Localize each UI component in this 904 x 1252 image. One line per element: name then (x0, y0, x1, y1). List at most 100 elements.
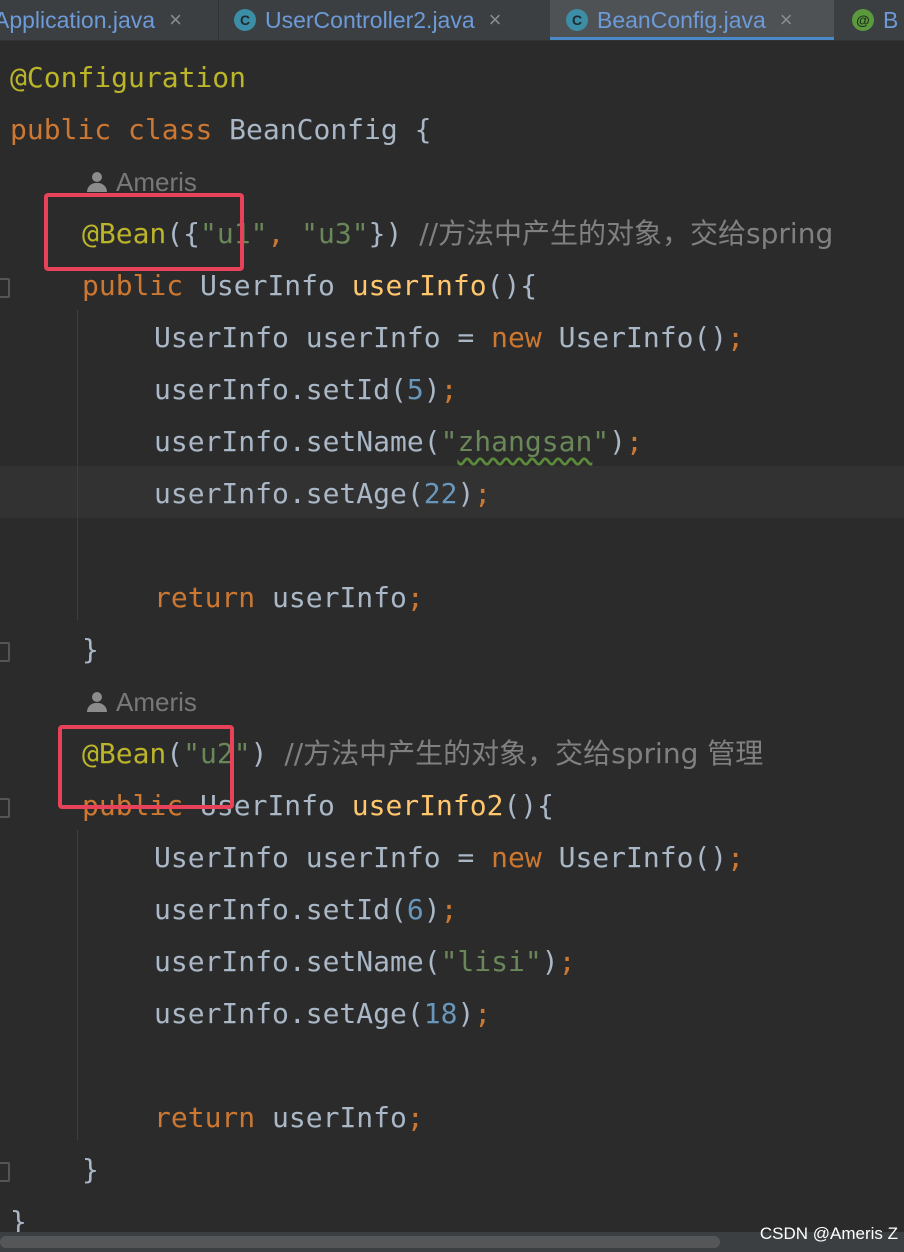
fold-marker-icon[interactable] (0, 278, 10, 298)
close-icon[interactable]: × (489, 7, 502, 33)
number-token: 22 (423, 477, 458, 510)
author-name: Ameris (116, 687, 197, 717)
code-line: userInfo.setName("lisi"); (154, 936, 575, 988)
string-token: zhangsan (457, 425, 593, 458)
code-token: ) (541, 945, 559, 978)
punct-token: , (267, 217, 302, 250)
code-token: userInfo.setName( (154, 425, 441, 458)
code-token: ) (423, 373, 441, 406)
class-name-token: BeanConfig (229, 113, 398, 146)
editor-tab-bar: Application.java × C UserController2.jav… (0, 0, 904, 41)
semicolon-token: ; (440, 893, 458, 926)
keyword-token: new (491, 321, 542, 354)
code-line: } (82, 624, 99, 676)
tab-application-java[interactable]: Application.java × (0, 0, 182, 40)
code-token: UserInfo() (541, 841, 728, 874)
brace-token: { (414, 113, 432, 146)
keyword-token: class (128, 113, 213, 146)
punct-token: (){ (503, 789, 555, 822)
semicolon-token: ; (406, 581, 424, 614)
code-token: userInfo.setName( (154, 945, 441, 978)
tab-beanconfig-java[interactable]: C BeanConfig.java × (550, 0, 834, 40)
keyword-token: public (82, 269, 184, 302)
tab-label: B (883, 6, 899, 33)
brace-token: } (82, 633, 99, 666)
code-line: userInfo.setId(6); (154, 884, 457, 936)
semicolon-token: ; (626, 425, 643, 458)
code-token: ) (457, 477, 475, 510)
code-token: ) (609, 425, 627, 458)
person-icon (86, 692, 108, 712)
string-token: " (592, 425, 610, 458)
tab-label: UserController2.java (265, 6, 475, 33)
semicolon-token: ; (474, 997, 492, 1030)
type-token: UserInfo (200, 269, 335, 302)
code-token: userInfo.setAge( (154, 477, 424, 510)
tab-separator (218, 0, 219, 40)
highlight-box-u2 (58, 725, 234, 809)
brace-token: } (82, 1153, 99, 1186)
punct-token: }) (368, 217, 420, 250)
author-hint[interactable]: Ameris (86, 676, 197, 728)
semicolon-token: ; (727, 841, 745, 874)
semicolon-token: ; (406, 1101, 424, 1134)
close-icon[interactable]: × (169, 7, 182, 33)
number-token: 5 (406, 373, 424, 406)
keyword-token: return (154, 581, 256, 614)
code-line: userInfo.setName("zhangsan"); (154, 416, 643, 468)
code-line: userInfo.setAge(22); (154, 468, 491, 520)
code-token: userInfo.setAge( (154, 997, 424, 1030)
code-line: userInfo.setId(5); (154, 364, 457, 416)
close-icon[interactable]: × (780, 7, 793, 33)
java-class-icon: C (234, 9, 256, 31)
code-token: UserInfo userInfo = (154, 321, 492, 354)
code-token: UserInfo userInfo = (154, 841, 492, 874)
code-token: userInfo (255, 581, 407, 614)
code-line: return userInfo; (154, 572, 424, 624)
comment-token: //方法中产生的对象，交给spring 管理 (284, 737, 764, 770)
number-token: 18 (423, 997, 458, 1030)
code-line: UserInfo userInfo = new UserInfo(); (154, 312, 744, 364)
watermark: CSDN @Ameris Z (759, 1224, 898, 1243)
code-line: } (82, 1144, 99, 1196)
code-token: userInfo (255, 1101, 407, 1134)
code-token: ) (423, 893, 441, 926)
string-token: "u3" (301, 217, 369, 250)
semicolon-token: ; (474, 477, 492, 510)
person-icon (86, 172, 108, 192)
number-token: 6 (406, 893, 424, 926)
code-line: userInfo.setAge(18); (154, 988, 491, 1040)
highlight-box-u1-u3 (44, 193, 244, 271)
string-token: " (440, 425, 458, 458)
keyword-token: new (491, 841, 542, 874)
code-line: @Configuration (10, 52, 246, 104)
punct-token: ) (250, 737, 285, 770)
fold-marker-icon[interactable] (0, 1162, 10, 1182)
tab-label: BeanConfig.java (597, 6, 766, 33)
indent-guide (77, 830, 78, 1140)
keyword-token: return (154, 1101, 256, 1134)
code-line: return userInfo; (154, 1092, 424, 1144)
indent-guide (77, 310, 78, 620)
fold-marker-icon[interactable] (0, 798, 10, 818)
method-name-token: userInfo (351, 269, 487, 302)
java-class-icon: C (566, 9, 588, 31)
semicolon-token: ; (727, 321, 745, 354)
tab-b[interactable]: @ B (852, 0, 898, 40)
code-token: userInfo.setId( (154, 893, 407, 926)
semicolon-token: ; (440, 373, 458, 406)
keyword-token: public (10, 113, 112, 146)
code-line: UserInfo userInfo = new UserInfo(); (154, 832, 744, 884)
fold-marker-icon[interactable] (0, 642, 10, 662)
annotation-icon: @ (852, 9, 874, 31)
punct-token: (){ (486, 269, 538, 302)
string-token: "lisi" (440, 945, 542, 978)
scrollbar-thumb[interactable] (0, 1236, 720, 1248)
semicolon-token: ; (558, 945, 576, 978)
method-name-token: userInfo2 (351, 789, 504, 822)
code-line: public class BeanConfig { (10, 104, 431, 156)
tab-label: Application.java (0, 6, 156, 33)
comment-token: //方法中产生的对象，交给spring (419, 217, 834, 250)
tab-usercontroller2-java[interactable]: C UserController2.java × (234, 0, 502, 40)
code-token: UserInfo() (541, 321, 728, 354)
